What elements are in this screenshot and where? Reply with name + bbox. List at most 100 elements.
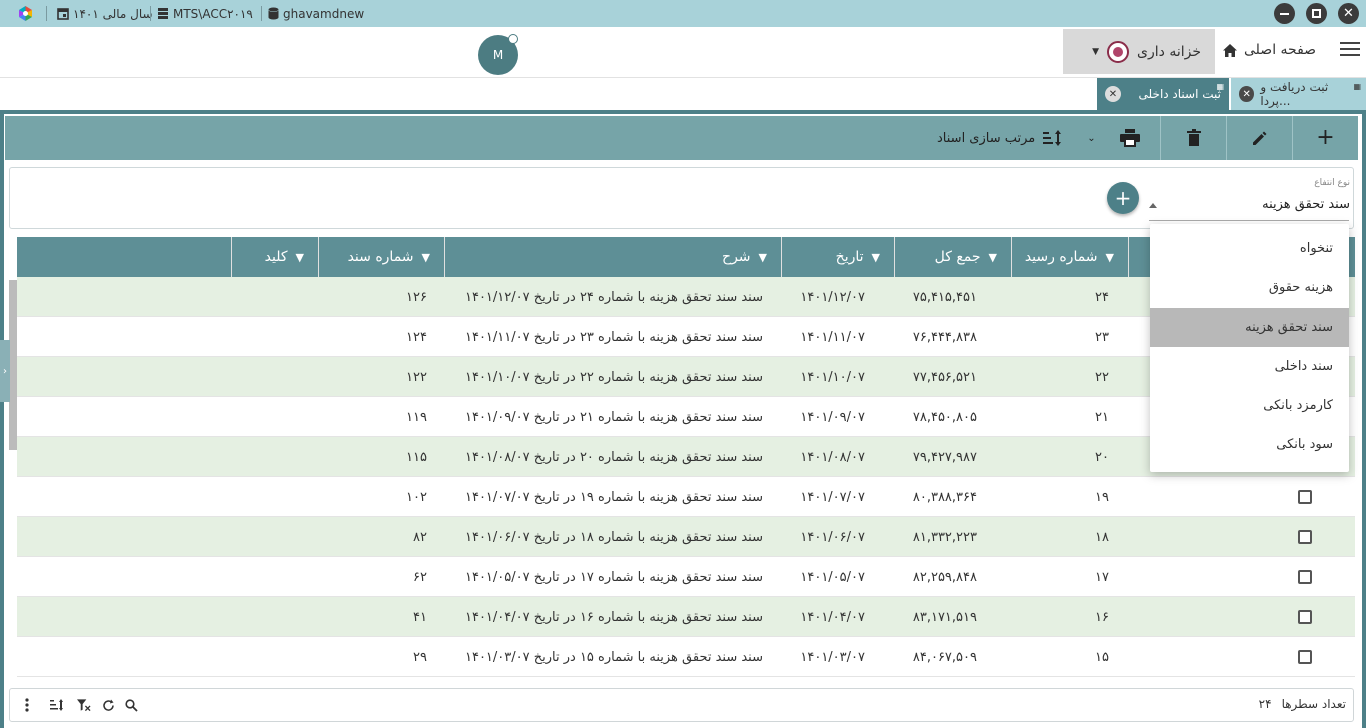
column-label: جمع کل bbox=[934, 249, 981, 265]
checkbox[interactable] bbox=[1298, 650, 1312, 664]
col-total[interactable]: جمع کل ▼ bbox=[894, 237, 1011, 277]
benefit-type-select[interactable]: سند تحقق هزینه bbox=[1262, 197, 1350, 212]
sort-documents-button[interactable]: ⌄ مرتب سازی اسناد bbox=[937, 116, 1096, 160]
edit-button[interactable] bbox=[1226, 116, 1292, 160]
table-row[interactable]: ۱۸ ۸۱,۳۳۲,۲۲۳ ۱۴۰۱/۰۶/۰۷ سند سند تحقق هزینه… bbox=[17, 517, 1355, 557]
close-window-button[interactable]: ✕ bbox=[1338, 3, 1359, 24]
cell-description: سند سند تحقق هزینه با شماره ۲۳ در تاریخ … bbox=[464, 329, 763, 345]
caret-up-icon[interactable] bbox=[1149, 203, 1157, 208]
row-count: ۲۴ تعداد سطرها bbox=[1259, 697, 1346, 711]
cell-total: ۷۸,۴۵۰,۸۰۵ bbox=[912, 409, 977, 425]
filter-icon[interactable]: ▼ bbox=[422, 251, 430, 264]
tab-label: ثبت اسناد داخلی bbox=[1138, 87, 1221, 101]
col-date[interactable]: تاریخ ▼ bbox=[781, 237, 894, 277]
cell-total: ۸۴,۰۶۷,۵۰۹ bbox=[912, 649, 977, 665]
cell-receipt-number: ۱۷ bbox=[1095, 569, 1109, 585]
add-filter-button[interactable]: + bbox=[1107, 182, 1139, 214]
cell-receipt-number: ۱۹ bbox=[1095, 489, 1109, 505]
cell-document-number: ۱۱۵ bbox=[406, 449, 427, 465]
cell-receipt-number: ۲۳ bbox=[1095, 329, 1109, 345]
window-icon: ▦ bbox=[1353, 82, 1361, 91]
checkbox[interactable] bbox=[1298, 610, 1312, 624]
cell-receipt-number: ۱۵ bbox=[1095, 649, 1109, 665]
user-info[interactable]: ghavamdnew bbox=[268, 4, 364, 23]
side-panel-toggle[interactable]: › bbox=[0, 340, 10, 402]
more-vert-icon[interactable] bbox=[20, 698, 34, 712]
dropdown-option[interactable]: سود بانکی bbox=[1150, 425, 1349, 464]
ledger-selector[interactable]: ▼ خزانه داری bbox=[1063, 29, 1215, 74]
table-row[interactable]: ۱۷ ۸۲,۲۵۹,۸۴۸ ۱۴۰۱/۰۵/۰۷ سند سند تحقق هزینه… bbox=[17, 557, 1355, 597]
cell-description: سند سند تحقق هزینه با شماره ۱۷ در تاریخ … bbox=[464, 569, 763, 585]
sort-icon[interactable] bbox=[50, 698, 64, 712]
side-scrollbar[interactable] bbox=[9, 280, 17, 450]
chevron-down-icon: ⌄ bbox=[1087, 132, 1096, 144]
cell-description: سند سند تحقق هزینه با شماره ۱۶ در تاریخ … bbox=[464, 609, 763, 625]
cell-description: سند سند تحقق هزینه با شماره ۲۴ در تاریخ … bbox=[464, 289, 763, 305]
tab-receipts[interactable]: ✕ ثبت دریافت و پردا... ▦ bbox=[1231, 78, 1366, 110]
cell-description: سند سند تحقق هزینه با شماره ۲۱ در تاریخ … bbox=[464, 409, 763, 425]
dropdown-option-selected[interactable]: سند تحقق هزینه bbox=[1150, 308, 1349, 347]
filter-icon[interactable]: ▼ bbox=[759, 251, 767, 264]
cell-receipt-number: ۱۸ bbox=[1095, 529, 1109, 545]
table-row[interactable]: ۱۵ ۸۴,۰۶۷,۵۰۹ ۱۴۰۱/۰۳/۰۷ سند سند تحقق هزینه… bbox=[17, 637, 1355, 677]
row-select-checkbox[interactable] bbox=[1298, 597, 1312, 637]
tab-internal-docs[interactable]: ✕ ثبت اسناد داخلی ▦ bbox=[1097, 78, 1229, 110]
minimize-button[interactable] bbox=[1274, 3, 1295, 24]
filter-icon[interactable]: ▼ bbox=[1106, 251, 1114, 264]
table-row[interactable]: ۱۹ ۸۰,۳۸۸,۳۶۴ ۱۴۰۱/۰۷/۰۷ سند سند تحقق هزینه… bbox=[17, 477, 1355, 517]
delete-button[interactable] bbox=[1160, 116, 1226, 160]
row-select-checkbox[interactable] bbox=[1298, 637, 1312, 677]
filter-icon[interactable]: ▼ bbox=[872, 251, 880, 264]
tab-close-icon[interactable]: ✕ bbox=[1239, 86, 1255, 102]
column-label: شماره رسید bbox=[1024, 249, 1098, 265]
clear-filter-icon[interactable] bbox=[77, 698, 91, 712]
calendar-icon bbox=[57, 7, 69, 20]
cell-receipt-number: ۲۲ bbox=[1095, 369, 1109, 385]
sort-icon bbox=[1043, 130, 1063, 146]
refresh-icon[interactable] bbox=[101, 698, 115, 712]
sort-label: مرتب سازی اسناد bbox=[937, 130, 1036, 146]
dropdown-option[interactable]: تنخواه bbox=[1150, 229, 1349, 268]
row-select-checkbox[interactable] bbox=[1298, 557, 1312, 597]
row-select-checkbox[interactable] bbox=[1298, 477, 1312, 517]
filter-icon[interactable]: ▼ bbox=[989, 251, 997, 264]
dropdown-option[interactable]: سند داخلی bbox=[1150, 347, 1349, 386]
home-label: صفحه اصلی bbox=[1244, 42, 1317, 58]
row-select-checkbox[interactable] bbox=[1298, 517, 1312, 557]
cell-date: ۱۴۰۱/۰۷/۰۷ bbox=[800, 489, 865, 505]
cell-description: سند سند تحقق هزینه با شماره ۱۸ در تاریخ … bbox=[464, 529, 763, 545]
checkbox[interactable] bbox=[1298, 570, 1312, 584]
cell-date: ۱۴۰۱/۰۴/۰۷ bbox=[800, 609, 865, 625]
col-key[interactable]: کلید ▼ bbox=[231, 237, 318, 277]
select-underline bbox=[1149, 220, 1349, 221]
window-titlebar: سال مالی ۱۴۰۱ MTS\ACC۲۰۱۹ ghavamdnew ✕ bbox=[0, 0, 1366, 27]
home-link[interactable]: صفحه اصلی bbox=[1222, 38, 1316, 62]
cell-date: ۱۴۰۱/۱۲/۰۷ bbox=[800, 289, 865, 305]
add-button[interactable]: + bbox=[1292, 116, 1358, 160]
dropdown-option[interactable]: هزینه حقوق bbox=[1150, 268, 1349, 307]
filter-icon[interactable]: ▼ bbox=[296, 251, 304, 264]
table-row[interactable]: ۱۶ ۸۳,۱۷۱,۵۱۹ ۱۴۰۱/۰۴/۰۷ سند سند تحقق هزینه… bbox=[17, 597, 1355, 637]
cell-date: ۱۴۰۱/۰۵/۰۷ bbox=[800, 569, 865, 585]
cell-total: ۷۵,۴۱۵,۴۵۱ bbox=[912, 289, 977, 305]
server-info[interactable]: MTS\ACC۲۰۱۹ bbox=[157, 4, 253, 23]
print-button[interactable] bbox=[1099, 116, 1160, 160]
cell-receipt-number: ۲۱ bbox=[1095, 409, 1109, 425]
cell-description: سند سند تحقق هزینه با شماره ۲۲ در تاریخ … bbox=[464, 369, 763, 385]
cell-document-number: ۸۲ bbox=[413, 529, 427, 545]
col-document-number[interactable]: شماره سند ▼ bbox=[318, 237, 444, 277]
col-description[interactable]: شرح ▼ bbox=[444, 237, 781, 277]
col-receipt-number[interactable]: شماره رسید ▼ bbox=[1011, 237, 1128, 277]
menu-icon[interactable] bbox=[1340, 42, 1360, 56]
column-label: تاریخ bbox=[835, 249, 864, 265]
cell-total: ۸۰,۳۸۸,۳۶۴ bbox=[912, 489, 977, 505]
fiscal-year[interactable]: سال مالی ۱۴۰۱ bbox=[57, 4, 153, 23]
column-label: شرح bbox=[722, 249, 751, 265]
checkbox[interactable] bbox=[1298, 490, 1312, 504]
tab-close-icon[interactable]: ✕ bbox=[1105, 86, 1121, 102]
maximize-button[interactable] bbox=[1306, 3, 1327, 24]
dropdown-option[interactable]: کارمزد بانکی bbox=[1150, 386, 1349, 425]
checkbox[interactable] bbox=[1298, 530, 1312, 544]
plus-icon: + bbox=[1316, 125, 1335, 150]
search-icon[interactable] bbox=[124, 698, 138, 712]
